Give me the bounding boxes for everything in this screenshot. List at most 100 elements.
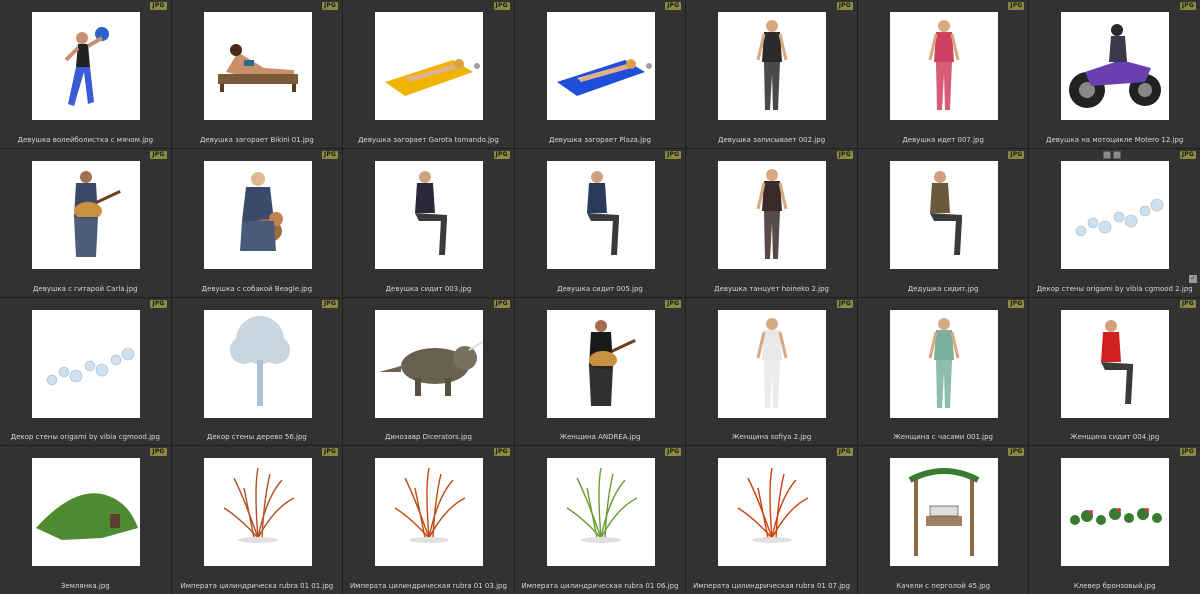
thumbnail-cell[interactable]: JPG Дедушка сидит.jpg — [857, 148, 1029, 297]
thumbnail-image[interactable] — [203, 458, 312, 567]
thumbnail-image[interactable] — [889, 309, 998, 418]
thumbnail-art — [64, 27, 109, 106]
thumbnail-image[interactable] — [32, 160, 140, 269]
thumbnail-cell[interactable]: JPG Девушка записывает 002.jpg — [686, 0, 857, 148]
file-name: Дедушка сидит.jpg — [907, 284, 979, 293]
file-name: Императа цилиндрическа rubra 01 01.jpg — [180, 582, 334, 590]
file-type-badge: JPG — [321, 448, 339, 457]
thumbnail-cell[interactable]: JPG Землянка.jpg — [0, 446, 171, 594]
file-type-badge: JPG — [493, 448, 510, 457]
thumbnail-image[interactable] — [375, 458, 484, 567]
thumbnail-image[interactable] — [889, 160, 998, 269]
file-name: Клевер бронзовый.jpg — [1073, 582, 1156, 590]
thumbnail-cell[interactable]: JPG Девушка идет 007.jpg — [857, 0, 1029, 148]
thumbnail-image[interactable] — [1061, 160, 1170, 269]
file-name: Девушка загорает Plaza.jpg — [549, 135, 651, 144]
thumbnail-art — [394, 468, 466, 544]
thumbnail-image[interactable] — [546, 12, 655, 120]
thumbnail-image[interactable] — [1061, 309, 1170, 418]
file-name: Девушка сидит 005.jpg — [557, 284, 643, 293]
thumbnail-image[interactable] — [546, 309, 655, 418]
thumbnail-image[interactable] — [375, 309, 484, 418]
file-type-badge: JPG — [665, 150, 682, 159]
file-type-badge: JPG — [1008, 299, 1025, 308]
thumbnail-image[interactable] — [203, 12, 312, 120]
thumbnail-cell[interactable]: JPG Декор стены дерево 56.jpg — [171, 297, 343, 446]
thumbnail-cell[interactable]: JPG Девушка с собакой Beagle.jpg — [171, 148, 343, 297]
thumbnail-cell[interactable]: JPG Девушка сидит 003.jpg — [343, 148, 514, 297]
thumbnail-image[interactable] — [889, 12, 998, 120]
edit-icon[interactable] — [1113, 150, 1122, 159]
thumbnail-image[interactable] — [1061, 12, 1170, 120]
thumbnail-cell[interactable]: JPG Клевер бронзовый.jpg — [1029, 446, 1200, 594]
file-name: Девушка сидит 003.jpg — [385, 284, 472, 293]
thumbnail-cell[interactable]: JPG Девушка загорает Garota tomando.jpg — [343, 0, 514, 148]
thumbnail-art — [229, 315, 290, 406]
thumbnail-cell[interactable]: JPG Женщина с часами 001.jpg — [857, 297, 1029, 446]
thumbnail-art — [588, 319, 636, 406]
thumbnail-cell[interactable]: JPG Девушка на мотоцикле Motero 12.jpg — [1029, 0, 1200, 148]
file-name: Декор стены origami by vibia cgmood 2.jp… — [1036, 284, 1193, 293]
file-name: Девушка идет 007.jpg — [902, 135, 984, 144]
file-name: Девушка записывает 002.jpg — [717, 135, 826, 144]
thumbnail-art — [223, 468, 294, 544]
file-type-badge: JPG — [836, 2, 853, 10]
thumbnail-cell[interactable]: JPG Императа цилиндрическа rubra 01 01.jp… — [171, 446, 343, 594]
file-type-badge: JPG — [493, 2, 510, 10]
thumbnail-cell[interactable]: JPG Женщина sofiya 2.jpg — [686, 297, 857, 446]
thumbnail-cell[interactable]: JPG Девушка загорает Bikini 01.jpg — [171, 0, 343, 148]
file-type-badge: JPG — [150, 150, 167, 159]
thumbnail-image[interactable] — [718, 160, 827, 269]
file-name: Женщина с часами 001.jpg — [893, 433, 994, 442]
thumbnail-art — [385, 59, 481, 96]
file-type-badge: JPG — [665, 299, 682, 308]
thumbnail-image[interactable] — [718, 12, 827, 120]
thumbnail-cell[interactable]: JPG Девушка сидит 005.jpg — [514, 148, 686, 297]
thumbnail-image[interactable] — [32, 309, 140, 418]
thumbnail-cell[interactable]: JPG Декор стены origami by vibia cgmood.j… — [0, 297, 171, 446]
file-type-badge: JPG — [150, 299, 167, 308]
thumbnail-cell[interactable]: JPG Женщина сидит 004.jpg — [1029, 297, 1200, 446]
thumbnail-cell[interactable]: JPG Девушка танцует hoineko 2.jpg — [686, 148, 857, 297]
thumbnail-cell[interactable]: JPG Императа цилиндрическая rubra 01 07.j… — [686, 446, 857, 594]
file-name: Императа цилиндрическая rubra 01 06.jpg — [521, 582, 679, 590]
thumbnail-cell[interactable]: JPG Императа цилиндрическая rubra 01 03.j… — [343, 446, 514, 594]
thumbnail-image[interactable] — [718, 309, 827, 418]
thumbnail-image[interactable] — [546, 160, 655, 269]
thumbnail-cell[interactable]: JPG Качели с перголой 45.jpg — [857, 446, 1029, 594]
file-type-badge: JPG — [1008, 150, 1025, 159]
thumbnail-image[interactable] — [375, 160, 484, 269]
frame-icon[interactable] — [1103, 150, 1112, 159]
thumbnail-art — [1069, 24, 1162, 108]
file-name: Качели с перголой 45.jpg — [896, 582, 991, 590]
thumbnail-cell[interactable]: JPG Девушка с гитарой Carla.jpg — [0, 148, 171, 297]
thumbnail-cell[interactable]: JPG Девушка волейболистка с мячом.jpg — [0, 0, 171, 148]
thumbnail-image[interactable] — [546, 458, 655, 567]
file-name: Динозавр Dicerators.jpg — [384, 433, 472, 442]
thumbnail-art — [756, 20, 788, 110]
thumbnail-art — [1101, 319, 1134, 404]
thumbnail-image[interactable] — [32, 458, 140, 567]
checkbox-icon[interactable]: ✓ — [1188, 274, 1197, 283]
thumbnail-cell[interactable]: JPG Императа цилиндрическая rubra 01 06.j… — [514, 446, 686, 594]
file-type-badge: JPG — [493, 299, 510, 308]
thumbnail-cell[interactable]: JPG Женщина ANDREA.jpg — [514, 297, 686, 446]
thumbnail-cell[interactable]: JPG Девушка загорает Plaza.jpg — [514, 0, 686, 148]
thumbnail-actions — [1103, 150, 1122, 159]
file-name: Императа цилиндрическая rubra 01 07.jpg — [693, 582, 851, 590]
thumbnail-image[interactable] — [32, 12, 140, 120]
thumbnail-art — [566, 468, 638, 544]
thumbnail-image[interactable] — [889, 458, 998, 567]
thumbnail-art — [928, 317, 960, 408]
thumbnail-image[interactable] — [203, 160, 312, 269]
thumbnail-cell[interactable]: JPG Динозавр Dicerators.jpg — [343, 297, 514, 446]
thumbnail-cell[interactable]: JPG ✓ Декор стены origami by vibia cgmood … — [1029, 148, 1200, 297]
thumbnail-grid: JPG Девушка волейболистка с мячом.jpg JPG Д… — [0, 0, 1200, 594]
thumbnail-image[interactable] — [375, 12, 484, 120]
thumbnail-image[interactable] — [1061, 458, 1170, 567]
thumbnail-image[interactable] — [718, 458, 827, 567]
thumbnail-art — [36, 493, 138, 541]
thumbnail-art — [46, 347, 135, 385]
file-name: Женщина sofiya 2.jpg — [731, 433, 812, 442]
thumbnail-image[interactable] — [203, 309, 312, 418]
